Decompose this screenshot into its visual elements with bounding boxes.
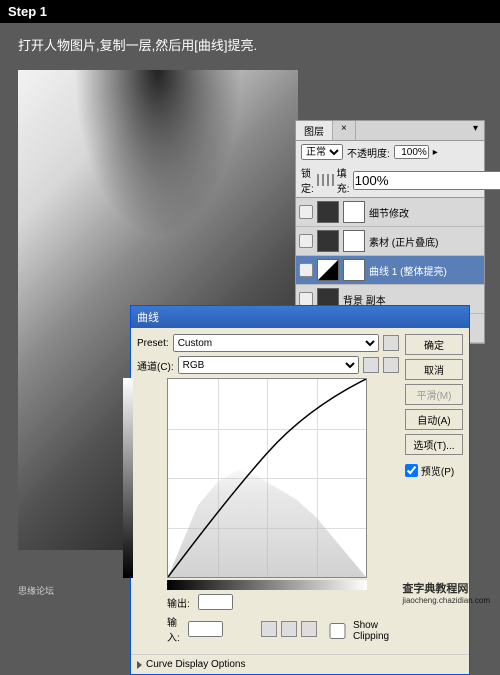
panel-tabs: 图层 × ▾ [296, 121, 484, 141]
footer-credit: 思缘论坛 [18, 584, 54, 597]
curves-dialog: 曲线 Preset: Custom 通道(C): RGB [130, 305, 470, 675]
layer-item[interactable]: 素材 (正片叠底) [296, 227, 484, 256]
preset-menu-icon[interactable] [383, 335, 399, 351]
lock-all-icon[interactable] [332, 174, 334, 186]
layer-name: 素材 (正片叠底) [369, 234, 438, 249]
layer-name: 细节修改 [369, 205, 409, 220]
step-header: Step 1 [0, 0, 500, 23]
tab-x[interactable]: × [333, 121, 356, 140]
layer-thumb [317, 201, 339, 223]
input-input[interactable] [188, 621, 223, 637]
pencil-tool-icon[interactable] [383, 357, 399, 373]
lock-transparent-icon[interactable] [317, 174, 319, 186]
layer-mask-thumb [343, 230, 365, 252]
auto-button[interactable]: 自动(A) [405, 409, 463, 430]
preview-checkbox[interactable] [405, 464, 418, 477]
lock-row: 锁定: 填充: ▸ [296, 163, 484, 198]
panel-menu-icon[interactable]: ▾ [467, 121, 484, 140]
visibility-icon[interactable] [299, 205, 313, 219]
lock-pixels-icon[interactable] [322, 174, 324, 186]
channel-label: 通道(C): [137, 358, 174, 373]
expand-options[interactable]: Curve Display Options [131, 654, 469, 674]
blend-row: 正常 不透明度: ▸ [296, 141, 484, 163]
eyedropper-gray-icon[interactable] [281, 621, 297, 637]
layer-thumb [317, 230, 339, 252]
curve-line [168, 379, 366, 577]
smooth-button: 平滑(M) [405, 384, 463, 405]
options-button[interactable]: 选项(T)... [405, 434, 463, 455]
chevron-down-icon[interactable]: ▸ [433, 147, 438, 158]
channel-select[interactable]: RGB [178, 356, 359, 374]
input-label: 输入: [167, 614, 180, 644]
opacity-label: 不透明度: [347, 145, 390, 160]
fill-input[interactable] [353, 171, 500, 190]
visibility-icon[interactable] [299, 263, 313, 277]
preset-label: Preset: [137, 338, 169, 349]
curve-editor[interactable] [167, 378, 367, 578]
layer-mask-thumb [343, 259, 365, 281]
layer-item[interactable]: 细节修改 [296, 198, 484, 227]
ok-button[interactable]: 确定 [405, 334, 463, 355]
output-label: 输出: [167, 595, 190, 610]
chevron-right-icon [137, 661, 142, 669]
curve-tool-icon[interactable] [363, 357, 379, 373]
layer-name: 曲线 1 (整体提亮) [369, 263, 447, 278]
lock-label: 锁定: [301, 165, 314, 195]
layer-mask-thumb [343, 201, 365, 223]
tab-layers[interactable]: 图层 [296, 121, 333, 140]
eyedropper-black-icon[interactable] [261, 621, 277, 637]
lock-position-icon[interactable] [327, 174, 329, 186]
blend-mode-select[interactable]: 正常 [301, 144, 343, 160]
instruction-text: 打开人物图片,复制一层,然后用[曲线]提亮. [0, 23, 500, 66]
show-clipping-label: Show Clipping [353, 620, 399, 642]
preset-select[interactable]: Custom [173, 334, 379, 352]
dialog-title: 曲线 [137, 309, 159, 325]
output-gradient [123, 378, 133, 578]
opacity-input[interactable] [394, 145, 429, 159]
watermark: 查字典教程网 jiaocheng.chazidian.com [402, 580, 490, 605]
expand-label: Curve Display Options [146, 659, 245, 670]
input-gradient [167, 580, 367, 590]
cancel-button[interactable]: 取消 [405, 359, 463, 380]
visibility-icon[interactable] [299, 292, 313, 306]
visibility-icon[interactable] [299, 234, 313, 248]
layer-item[interactable]: 曲线 1 (整体提亮) [296, 256, 484, 285]
layer-thumb [317, 259, 339, 281]
dialog-titlebar[interactable]: 曲线 [131, 306, 469, 328]
fill-label: 填充: [337, 165, 350, 195]
preview-label: 预览(P) [421, 463, 454, 478]
output-input[interactable] [198, 594, 233, 610]
eyedropper-white-icon[interactable] [301, 621, 317, 637]
show-clipping-checkbox[interactable] [325, 623, 350, 639]
